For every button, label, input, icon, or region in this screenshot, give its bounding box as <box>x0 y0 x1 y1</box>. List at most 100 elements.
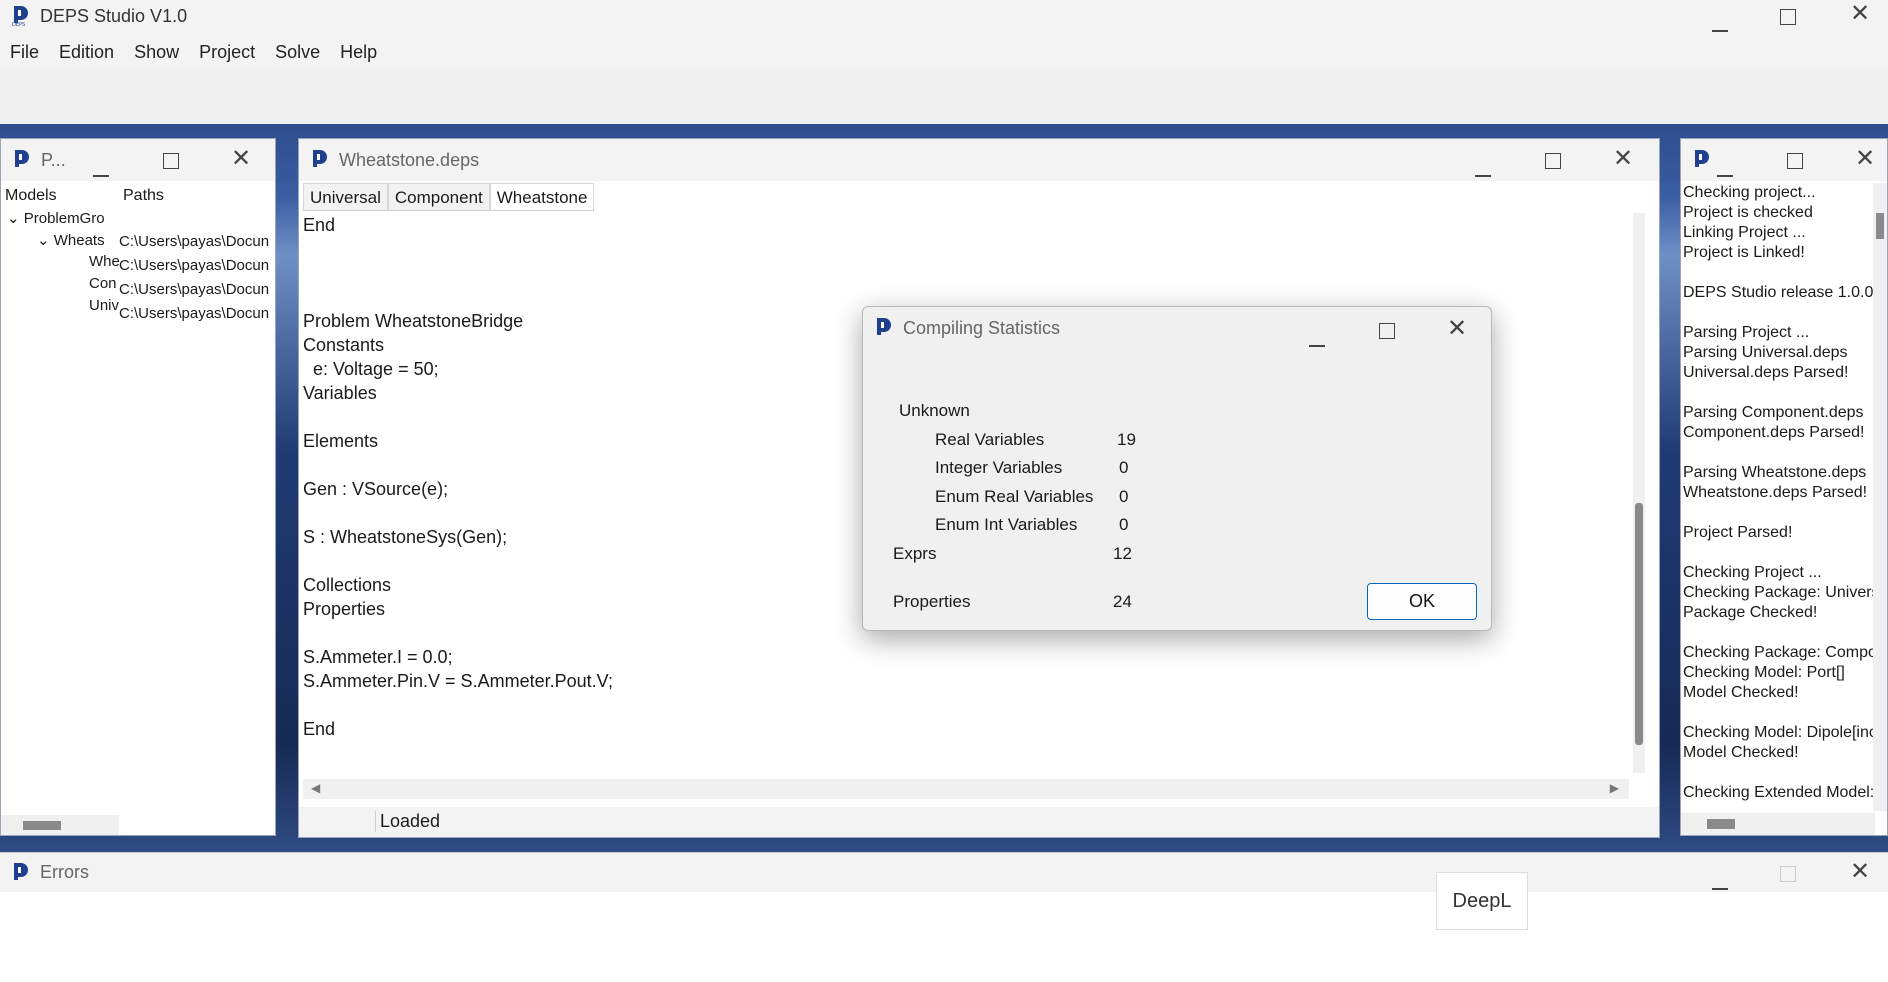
editor-tabs: Universal Component Wheatstone <box>303 183 595 211</box>
tab-component[interactable]: Component <box>387 183 490 210</box>
errors-minimize-button[interactable] <box>1712 872 1728 894</box>
console-line: Checking Package: Univers <box>1683 584 1873 601</box>
deps-logo-icon <box>12 862 30 884</box>
dialog-title-bar: Compiling Statistics <box>875 317 1060 339</box>
console-line: Checking Extended Model: <box>1683 784 1873 801</box>
tree-item-problemgroup[interactable]: ⌄ ProblemGro <box>7 209 105 227</box>
deepl-popup[interactable]: DeepL <box>1436 872 1528 930</box>
scrollbar-thumb[interactable] <box>1707 819 1735 829</box>
column-paths[interactable]: Paths <box>119 183 168 209</box>
console-line: Parsing Universal.deps <box>1683 344 1848 361</box>
tree-item-component[interactable]: Con <box>89 275 117 292</box>
dialog-maximize-button[interactable] <box>1379 321 1395 343</box>
maximize-button[interactable] <box>1780 7 1796 29</box>
maximize-icon <box>1780 866 1796 882</box>
scrollbar-thumb[interactable] <box>23 821 61 830</box>
menu-bar: File Edition Show Project Solve Help <box>0 40 387 68</box>
deps-logo-icon <box>875 317 893 339</box>
properties-value: 24 <box>1113 592 1132 611</box>
horizontal-scrollbar[interactable]: ◀ ▶ <box>303 779 1629 799</box>
console-line: Parsing Project ... <box>1683 324 1810 341</box>
ok-button[interactable]: OK <box>1367 583 1477 620</box>
errors-title-bar: Errors <box>0 852 1888 892</box>
errors-close-button[interactable]: ✕ <box>1850 860 1870 884</box>
close-icon: ✕ <box>1447 315 1468 342</box>
console-line: Checking project... <box>1683 184 1816 201</box>
vertical-scrollbar[interactable] <box>1633 213 1645 773</box>
properties-label: Properties <box>893 592 971 611</box>
project-columns: Models Paths <box>1 183 277 209</box>
errors-window: Errors ✕ <box>0 852 1888 982</box>
menu-edition[interactable]: Edition <box>49 40 124 68</box>
console-maximize-button[interactable] <box>1787 151 1803 173</box>
vertical-scrollbar[interactable] <box>1873 183 1887 811</box>
path-cell: C:\Users\payas\Docun <box>119 281 270 298</box>
console-line: Parsing Wheatstone.deps <box>1683 464 1867 481</box>
tab-universal[interactable]: Universal <box>303 183 388 210</box>
status-text: Loaded <box>375 811 440 832</box>
stat-label: Integer Variables <box>935 458 1063 477</box>
editor-minimize-button[interactable] <box>1475 159 1491 181</box>
close-button[interactable]: ✕ <box>1850 2 1870 26</box>
horizontal-scrollbar[interactable] <box>1681 813 1875 835</box>
scroll-left-icon[interactable]: ◀ <box>311 781 320 795</box>
project-close-button[interactable]: ✕ <box>231 147 251 171</box>
menu-file[interactable]: File <box>0 40 49 68</box>
column-models[interactable]: Models <box>1 183 119 209</box>
menu-solve[interactable]: Solve <box>265 40 330 68</box>
chevron-down-icon: ⌄ <box>37 232 50 249</box>
stat-value: 19 <box>1117 430 1136 449</box>
exprs-value: 12 <box>1113 544 1132 563</box>
tree-item-universal[interactable]: Univ <box>89 297 119 314</box>
stat-value: 0 <box>1119 458 1129 477</box>
tree-item-wheatstone[interactable]: ⌄ Wheats <box>37 231 105 249</box>
console-line: Project is Linked! <box>1683 244 1805 261</box>
stat-label: Real Variables <box>935 430 1045 449</box>
minimize-icon <box>1712 888 1728 890</box>
compiling-statistics-dialog: Compiling Statistics ✕ Unknown Real Vari… <box>862 306 1492 631</box>
dialog-minimize-button[interactable] <box>1309 329 1325 351</box>
editor-close-button[interactable]: ✕ <box>1613 147 1633 171</box>
console-close-button[interactable]: ✕ <box>1855 147 1875 171</box>
console-minimize-button[interactable] <box>1717 159 1733 181</box>
code-line: S.Ammeter.I = 0.0; <box>303 647 453 667</box>
scroll-right-icon[interactable]: ▶ <box>1610 781 1619 795</box>
app-title-bar: DEPS DEPS Studio V1.0 <box>12 4 187 28</box>
tab-wheatstone[interactable]: Wheatstone <box>489 183 595 210</box>
project-minimize-button[interactable] <box>93 159 109 181</box>
menu-help[interactable]: Help <box>330 40 387 68</box>
chevron-down-icon: ⌄ <box>7 210 20 227</box>
console-line: Parsing Component.deps <box>1683 404 1864 421</box>
close-icon: ✕ <box>1850 0 1871 27</box>
minimize-button[interactable] <box>1712 14 1728 36</box>
close-icon: ✕ <box>231 145 252 172</box>
close-icon: ✕ <box>1855 145 1876 172</box>
menu-show[interactable]: Show <box>124 40 189 68</box>
unknown-label: Unknown <box>899 401 970 420</box>
tree-item-wheatstone-file[interactable]: Whe <box>89 253 120 270</box>
console-line: Checking Package: Compo <box>1683 644 1873 661</box>
errors-maximize-button[interactable] <box>1780 864 1796 886</box>
project-maximize-button[interactable] <box>163 151 179 173</box>
scrollbar-thumb[interactable] <box>1876 213 1884 239</box>
console-line: Checking Project ... <box>1683 564 1822 581</box>
dialog-close-button[interactable]: ✕ <box>1447 317 1467 341</box>
console-line: Project is checked <box>1683 204 1813 221</box>
horizontal-scrollbar[interactable] <box>1 815 119 835</box>
code-line: End <box>303 719 336 739</box>
scrollbar-thumb[interactable] <box>1635 503 1643 745</box>
console-line: Checking Model: Dipole[inc <box>1683 724 1873 741</box>
menu-project[interactable]: Project <box>189 40 265 68</box>
stat-value: 0 <box>1119 515 1129 534</box>
svg-text:DEPS: DEPS <box>12 22 25 27</box>
editor-maximize-button[interactable] <box>1545 151 1561 173</box>
console-line: Model Checked! <box>1683 684 1799 701</box>
